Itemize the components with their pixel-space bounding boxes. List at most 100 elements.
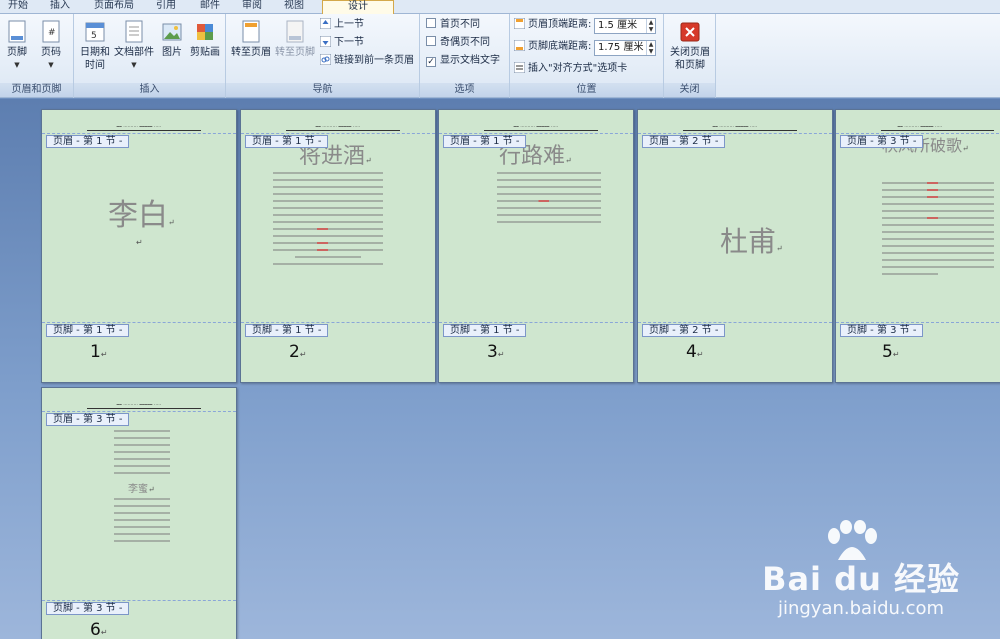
header-section-tag[interactable]: 页眉 - 第 2 节 - xyxy=(642,135,726,148)
tab-view[interactable]: 视图 xyxy=(284,0,304,14)
picture-label: 图片 xyxy=(162,47,182,58)
document-area[interactable]: ━━ ·········· ━━━━━ ····· 页眉 - 第 1 节 - 李… xyxy=(0,99,1000,639)
link-to-previous-button[interactable]: 链接到前一条页眉 xyxy=(320,54,414,68)
date-time-button[interactable]: 5 日期和时间 xyxy=(78,20,112,72)
tab-page-layout[interactable]: 页面布局 xyxy=(94,0,134,14)
document-page[interactable]: ━━ ·········· ━━━━━ ····· 将进酒↵ 页眉 - 第 1 … xyxy=(240,109,436,383)
next-section-icon xyxy=(320,36,331,47)
header-boundary xyxy=(42,133,236,134)
header-rule xyxy=(286,130,400,131)
header-distance-icon xyxy=(514,18,525,29)
footer-section-tag[interactable]: 页脚 - 第 3 节 - xyxy=(840,324,924,337)
document-page[interactable]: ━━ ·········· ━━━━━ ····· 行路难↵ 页眉 - 第 1 … xyxy=(438,109,634,383)
tab-insert[interactable]: 插入 xyxy=(50,0,70,14)
group-label-navigation: 导航 xyxy=(226,83,419,97)
previous-section-icon xyxy=(320,18,331,29)
page-title-text: 李蜜 xyxy=(128,484,148,495)
header-section-tag[interactable]: 页眉 - 第 1 节 - xyxy=(46,135,130,148)
footer-bottom-distance-label: 页脚底端距离: xyxy=(514,40,591,54)
page-number: 6↵ xyxy=(90,620,108,639)
previous-section-button[interactable]: 上一节 xyxy=(320,18,364,32)
footer-icon xyxy=(8,20,26,43)
goto-header-icon xyxy=(242,20,260,43)
page-number: 3↵ xyxy=(487,342,505,362)
checkbox-unchecked-icon xyxy=(426,18,436,28)
header-boundary xyxy=(439,133,633,134)
baidu-paw-logo xyxy=(828,520,878,560)
header-section-tag[interactable]: 页眉 - 第 1 节 - xyxy=(245,135,329,148)
goto-footer-button[interactable]: 转至页脚 xyxy=(274,20,316,59)
footer-section-tag[interactable]: 页脚 - 第 2 节 - xyxy=(642,324,726,337)
insert-alignment-tab-button[interactable]: 插入"对齐方式"选项卡 xyxy=(514,62,627,76)
footer-button[interactable]: 页脚 ▼ xyxy=(2,20,32,72)
tab-design[interactable]: 设计 xyxy=(322,0,394,15)
header-content: ━━ ·········· ━━━━━ ····· xyxy=(315,124,361,129)
svg-text:#: # xyxy=(48,28,56,38)
footer-distance-spinner[interactable]: 1.75 厘米 ▲ ▼ xyxy=(594,40,656,56)
body-text-block xyxy=(114,498,170,547)
header-content: ━━ ·········· ━━━━━ ····· xyxy=(116,124,162,129)
group-close: 关闭页眉和页脚 关闭 xyxy=(664,14,716,98)
footer-section-tag[interactable]: 页脚 - 第 1 节 - xyxy=(245,324,329,337)
close-header-footer-button[interactable]: 关闭页眉和页脚 xyxy=(668,20,712,72)
tab-mailings[interactable]: 邮件 xyxy=(200,0,220,14)
header-rule xyxy=(87,130,201,131)
header-boundary xyxy=(42,411,236,412)
footer-distance-icon xyxy=(514,40,525,51)
footer-section-tag[interactable]: 页脚 - 第 1 节 - xyxy=(46,324,130,337)
header-content: ━━ ·········· ━━━━━ ····· xyxy=(712,124,758,129)
previous-section-label: 上一节 xyxy=(334,19,364,30)
paragraph-mark: ↵ xyxy=(497,350,505,359)
header-content: ━━ ·········· ━━━━━ ····· xyxy=(116,402,162,407)
spinner-arrows-icon[interactable]: ▲ ▼ xyxy=(646,41,655,55)
clip-art-button[interactable]: 剪贴画 xyxy=(188,20,222,59)
body-text-block xyxy=(114,430,170,479)
document-page[interactable]: ━━ ·········· ━━━━━ ····· 页眉 - 第 3 节 - 李… xyxy=(41,387,237,639)
page-number-text: 3 xyxy=(487,342,498,362)
header-section-tag[interactable]: 页眉 - 第 1 节 - xyxy=(443,135,527,148)
tab-home[interactable]: 开始 xyxy=(8,0,28,14)
footer-boundary xyxy=(241,322,435,323)
quick-parts-button[interactable]: 文档部件 ▼ xyxy=(114,20,154,72)
spinner-arrows-icon[interactable]: ▲ ▼ xyxy=(646,19,655,33)
goto-header-label: 转至页眉 xyxy=(231,47,271,58)
paragraph-mark: ↵ xyxy=(299,350,307,359)
quick-parts-label: 文档部件 xyxy=(114,47,154,58)
body-text-block xyxy=(882,182,994,280)
header-distance-value: 1.5 厘米 xyxy=(598,20,638,31)
header-distance-spinner[interactable]: 1.5 厘米 ▲ ▼ xyxy=(594,18,656,34)
goto-header-button[interactable]: 转至页眉 xyxy=(230,20,272,59)
group-label-header-footer: 页眉和页脚 xyxy=(0,83,73,97)
document-page[interactable]: ━━ ·········· ━━━━━ ····· 页眉 - 第 2 节 - 杜… xyxy=(637,109,833,383)
group-label-options: 选项 xyxy=(420,83,509,97)
page-number-label: 页码 xyxy=(41,47,61,58)
show-document-text-checkbox[interactable]: ✓ 显示文档文字 xyxy=(426,54,500,68)
document-page[interactable]: ━━ ·········· ━━━━━ ····· 页眉 - 第 1 节 - 李… xyxy=(41,109,237,383)
next-section-button[interactable]: 下一节 xyxy=(320,36,364,50)
page-number: 5↵ xyxy=(882,342,900,362)
document-page[interactable]: ━━ ·········· ━━━━━ ····· 秋风所破歌↵ 页眉 - 第 … xyxy=(835,109,1000,383)
footer-section-tag[interactable]: 页脚 - 第 1 节 - xyxy=(443,324,527,337)
paragraph-mark: ↵ xyxy=(776,244,783,253)
page-title: 李白↵ xyxy=(108,190,175,234)
header-rule xyxy=(87,408,201,409)
header-section-tag[interactable]: 页眉 - 第 3 节 - xyxy=(840,135,924,148)
tab-review[interactable]: 审阅 xyxy=(242,0,262,14)
footer-section-tag[interactable]: 页脚 - 第 3 节 - xyxy=(46,602,130,615)
picture-button[interactable]: 图片 xyxy=(158,20,186,59)
different-odd-even-checkbox[interactable]: 奇偶页不同 xyxy=(426,36,490,50)
group-position: 页眉顶端距离: 1.5 厘米 ▲ ▼ 页脚底端距离: 1.75 厘米 ▲ ▼ 插入"… xyxy=(510,14,664,98)
date-time-label: 日期和时间 xyxy=(80,47,110,71)
checkbox-checked-icon: ✓ xyxy=(426,57,436,67)
paragraph-mark: ↵ xyxy=(148,485,155,494)
paragraph-mark: ↵ xyxy=(962,144,969,153)
alignment-tab-icon xyxy=(514,62,525,73)
clip-art-icon xyxy=(197,24,213,40)
different-first-page-checkbox[interactable]: 首页不同 xyxy=(426,18,480,32)
body-text-block xyxy=(273,172,383,270)
header-section-tag[interactable]: 页眉 - 第 3 节 - xyxy=(46,413,130,426)
page-number-button[interactable]: # 页码 ▼ xyxy=(36,20,66,72)
next-section-label: 下一节 xyxy=(334,37,364,48)
tab-references[interactable]: 引用 xyxy=(156,0,176,14)
group-label-insert: 插入 xyxy=(74,83,225,97)
